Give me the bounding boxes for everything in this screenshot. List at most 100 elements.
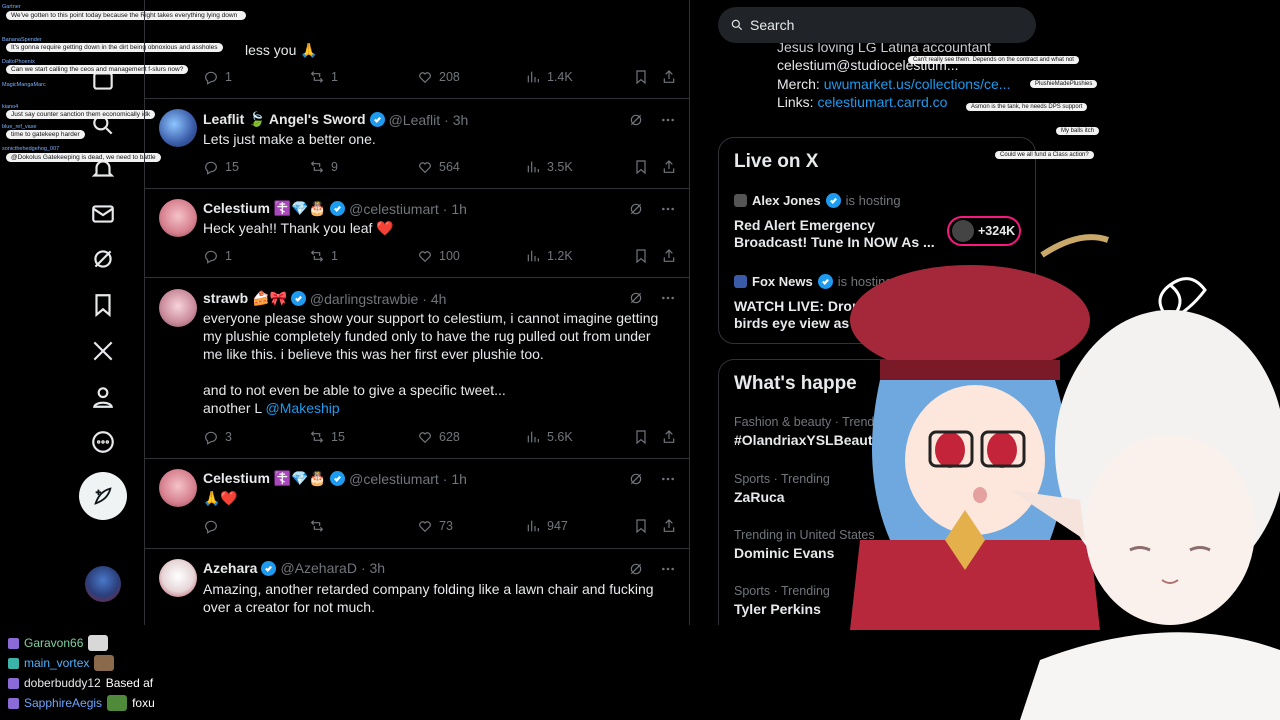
grok-icon[interactable] — [628, 112, 644, 128]
avatar[interactable] — [159, 469, 197, 507]
like-icon[interactable] — [417, 69, 433, 85]
bookmark-icon[interactable] — [633, 248, 649, 264]
profile-icon[interactable] — [86, 380, 120, 414]
messages-icon[interactable] — [86, 197, 120, 231]
reply-icon[interactable] — [203, 518, 219, 534]
share-icon[interactable] — [661, 159, 677, 175]
repost-icon[interactable] — [309, 518, 325, 534]
avatar[interactable] — [159, 289, 197, 327]
bookmark-icon[interactable] — [633, 518, 649, 534]
repost-icon[interactable] — [309, 248, 325, 264]
avatar[interactable] — [159, 199, 197, 237]
reply-icon[interactable] — [203, 69, 219, 85]
grok-icon[interactable] — [628, 561, 644, 577]
like-icon[interactable] — [417, 518, 433, 534]
tweet[interactable]: Celestium ☦️💎🎂 @celestiumart · 1h 🙏❤️ 73… — [145, 459, 689, 549]
hosting-label: is hosting — [845, 193, 901, 208]
trend-name[interactable]: Dominic Evans — [734, 545, 834, 561]
views-icon[interactable] — [525, 429, 541, 445]
more-icon[interactable] — [660, 561, 676, 577]
repost-icon[interactable] — [309, 159, 325, 175]
chat-username[interactable]: doberbuddy12 — [24, 676, 101, 690]
views-icon[interactable] — [525, 248, 541, 264]
display-name[interactable]: Celestium ☦️💎🎂 — [203, 470, 326, 487]
bookmark-icon[interactable] — [633, 69, 649, 85]
repost-count: 1 — [331, 249, 338, 263]
reply-icon[interactable] — [203, 248, 219, 264]
timestamp[interactable]: · 4h — [422, 291, 446, 307]
avatar[interactable] — [159, 559, 197, 597]
bookmark-icon[interactable] — [633, 429, 649, 445]
tweet[interactable]: Leaflit 🍃 Angel's Sword @Leaflit · 3h Le… — [145, 99, 689, 189]
timestamp[interactable]: · 3h — [444, 112, 468, 128]
like-icon[interactable] — [417, 429, 433, 445]
chat-username[interactable]: Garavon66 — [24, 636, 83, 650]
reply-icon[interactable] — [203, 429, 219, 445]
repost-icon[interactable] — [309, 429, 325, 445]
tweet[interactable]: strawb 🍰🎀 @darlingstrawbie · 4h everyone… — [145, 278, 689, 459]
search-bar[interactable]: Search — [718, 7, 1036, 43]
trend-name[interactable]: Tyler Perkins — [734, 601, 821, 617]
chat-emote-icon — [107, 695, 128, 711]
tweet-text: 🙏❤️ — [203, 490, 238, 506]
bookmark-icon[interactable] — [633, 159, 649, 175]
like-icon[interactable] — [417, 159, 433, 175]
merch-label: Merch: — [777, 76, 824, 92]
merch-link[interactable]: uwumarket.us/collections/ce... — [824, 76, 1011, 92]
timestamp[interactable]: · 1h — [443, 471, 467, 487]
handle[interactable]: @darlingstrawbie — [310, 291, 418, 307]
display-name[interactable]: Celestium ☦️💎🎂 — [203, 200, 326, 217]
share-icon[interactable] — [661, 248, 677, 264]
view-count: 1.4K — [547, 70, 573, 84]
views-icon[interactable] — [525, 159, 541, 175]
live-host[interactable]: Alex Jones is hosting — [734, 193, 901, 208]
reply-icon[interactable] — [203, 159, 219, 175]
x-premium-icon[interactable] — [86, 334, 120, 368]
chat-username[interactable]: main_vortex — [24, 656, 89, 670]
trends-title: What's happe — [734, 373, 857, 394]
handle[interactable]: @celestiumart — [349, 201, 439, 217]
overlay-chat-message: Could we all fund a Class action? — [995, 151, 1094, 159]
bookmarks-icon[interactable] — [86, 288, 120, 322]
timestamp[interactable]: · 1h — [443, 201, 467, 217]
like-count: 100 — [439, 249, 460, 263]
grok-icon[interactable] — [628, 471, 644, 487]
chat-username[interactable]: SapphireAegis — [24, 696, 102, 710]
handle[interactable]: @celestiumart — [349, 471, 439, 487]
links-link[interactable]: celestiumart.carrd.co — [817, 94, 947, 110]
mention-link[interactable]: @Makeship — [266, 400, 340, 416]
share-icon[interactable] — [661, 69, 677, 85]
grok-icon[interactable] — [628, 290, 644, 306]
views-icon[interactable] — [525, 518, 541, 534]
grok-icon[interactable] — [86, 242, 120, 276]
tweet[interactable]: Celestium ☦️💎🎂 @celestiumart · 1h Heck y… — [145, 189, 689, 278]
live-title: Live on X — [734, 151, 819, 172]
more-icon[interactable] — [86, 425, 120, 459]
overlay-chat-message: time to gatekeep harder — [6, 130, 85, 139]
share-icon[interactable] — [661, 429, 677, 445]
avatar[interactable] — [159, 109, 197, 147]
more-icon[interactable] — [660, 201, 676, 217]
timestamp[interactable]: · 3h — [361, 560, 385, 576]
handle[interactable]: @AzeharaD — [280, 560, 356, 576]
display-name[interactable]: Leaflit 🍃 Angel's Sword — [203, 111, 366, 128]
display-name[interactable]: Azehara — [203, 560, 257, 576]
trend-name[interactable]: ZaRuca — [734, 489, 785, 505]
handle[interactable]: @Leaflit — [389, 112, 441, 128]
tweet-text: Amazing, another retarded company foldin… — [203, 581, 654, 615]
tweet[interactable]: Azehara @AzeharaD · 3h Amazing, another … — [145, 549, 689, 625]
like-icon[interactable] — [417, 248, 433, 264]
more-icon[interactable] — [660, 112, 676, 128]
share-icon[interactable] — [661, 518, 677, 534]
account-avatar[interactable] — [85, 566, 121, 602]
grok-icon[interactable] — [628, 201, 644, 217]
post-button[interactable] — [79, 472, 127, 520]
tweet-fragment[interactable]: less you 🙏 1 1 208 1.4K — [145, 0, 689, 99]
red-hat — [850, 265, 1090, 375]
host-avatar — [734, 275, 747, 288]
display-name[interactable]: strawb 🍰🎀 — [203, 290, 287, 307]
more-icon[interactable] — [660, 471, 676, 487]
repost-icon[interactable] — [309, 69, 325, 85]
more-icon[interactable] — [660, 290, 676, 306]
views-icon[interactable] — [525, 69, 541, 85]
